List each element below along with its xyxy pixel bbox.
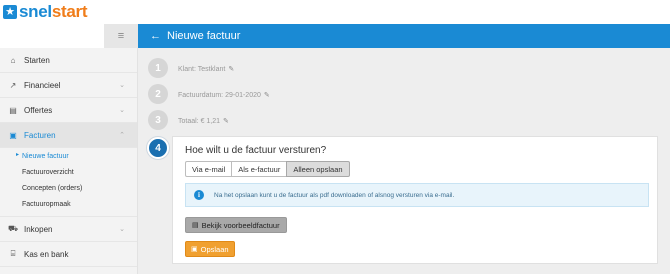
sidebar-item-starten[interactable]: ⌂ Starten	[0, 48, 137, 73]
step-2-badge[interactable]: 2	[148, 84, 168, 104]
step-1-badge[interactable]: 1	[148, 58, 168, 78]
pencil-icon[interactable]: ✎	[228, 66, 234, 73]
sidebar-item-label: Inkopen	[24, 224, 53, 234]
send-question: Hoe wilt u de factuur versturen?	[185, 145, 327, 156]
bank-icon: ⌸	[10, 249, 16, 258]
step-3-text[interactable]: Totaal: € 1,21 ✎	[178, 117, 229, 125]
info-text: Na het opslaan kunt u de factuur als pdf…	[214, 191, 455, 199]
sidebar-item-label: Kas en bank	[24, 249, 69, 259]
main-content: ← Nieuwe factuur 1 Klant: Testklant ✎ 2 F…	[138, 24, 670, 274]
document-icon: ▤	[9, 105, 17, 115]
send-panel: Hoe wilt u de factuur versturen? Via e-m…	[172, 136, 658, 264]
send-method-group: Via e-mail Als e-factuur Alleen opslaan	[185, 161, 350, 177]
info-icon: i	[194, 190, 204, 200]
floppy-icon: ▣	[191, 246, 198, 253]
sidebar-item-kas-en-bank[interactable]: ⌸ Kas en bank	[0, 242, 137, 267]
step-2-text[interactable]: Factuurdatum: 29-01-2020 ✎	[178, 91, 270, 99]
sidebar: ≡ ⌂ Starten ↗ Financieel ⌄ ▤ Offertes ⌄ …	[0, 24, 138, 274]
home-icon: ⌂	[10, 55, 16, 65]
sidebar-item-label: Starten	[24, 55, 50, 65]
chevron-down-icon: ⌄	[119, 82, 125, 89]
page-title: Nieuwe factuur	[167, 30, 241, 42]
step-4-badge: 4	[147, 137, 169, 159]
sidebar-sub-concepten[interactable]: Concepten (orders)	[0, 180, 137, 196]
chevron-down-icon: ⌄	[119, 226, 125, 233]
sidebar-item-label: Financieel	[24, 80, 61, 90]
document-icon: ▤	[192, 222, 199, 229]
arrow-left-icon[interactable]: ←	[150, 30, 161, 42]
top-bar: ★ snelstart	[0, 0, 670, 24]
sidebar-item-offertes[interactable]: ▤ Offertes ⌄	[0, 98, 137, 123]
logo-text-part2: start	[51, 2, 88, 21]
snelstart-logo[interactable]: ★ snelstart	[3, 3, 87, 21]
sidebar-sub-factuuropmaak[interactable]: Factuuropmaak	[0, 196, 137, 212]
preview-invoice-button[interactable]: ▤ Bekijk voorbeeldfactuur	[185, 217, 287, 233]
logo-text-part1: snel	[19, 2, 52, 21]
save-button[interactable]: ▣ Opslaan	[185, 241, 235, 257]
sidebar-item-inkopen[interactable]: ⛟ Inkopen ⌄	[0, 217, 137, 242]
cart-icon: ⛟	[8, 224, 19, 233]
hamburger-icon[interactable]: ≡	[104, 24, 138, 48]
invoice-icon: ▣	[9, 130, 17, 140]
option-alleen-opslaan[interactable]: Alleen opslaan	[286, 161, 350, 177]
chart-icon: ↗	[9, 80, 17, 90]
sidebar-item-financieel[interactable]: ↗ Financieel ⌄	[0, 73, 137, 98]
sidebar-sub-nieuwe-factuur[interactable]: Nieuwe factuur	[0, 148, 137, 164]
pencil-icon[interactable]: ✎	[223, 118, 229, 125]
sidebar-sub-factuuroverzicht[interactable]: Factuuroverzicht	[0, 164, 137, 180]
pencil-icon[interactable]: ✎	[264, 92, 270, 99]
info-message: i Na het opslaan kunt u de factuur als p…	[185, 183, 649, 207]
step-1-text[interactable]: Klant: Testklant ✎	[178, 65, 234, 73]
sidebar-item-label: Facturen	[24, 130, 56, 140]
sidebar-item-facturen[interactable]: ▣ Facturen ⌃	[0, 123, 137, 148]
page-header: ← Nieuwe factuur	[138, 24, 670, 48]
chevron-up-icon: ⌃	[119, 132, 125, 139]
logo-star-icon: ★	[3, 5, 17, 19]
step-3-badge[interactable]: 3	[148, 110, 168, 130]
option-als-efactuur[interactable]: Als e-factuur	[231, 161, 288, 177]
option-via-email[interactable]: Via e-mail	[185, 161, 233, 177]
chevron-down-icon: ⌄	[119, 107, 125, 114]
facturen-submenu: Nieuwe factuur Factuuroverzicht Concepte…	[0, 148, 137, 217]
sidebar-item-label: Offertes	[24, 105, 53, 115]
